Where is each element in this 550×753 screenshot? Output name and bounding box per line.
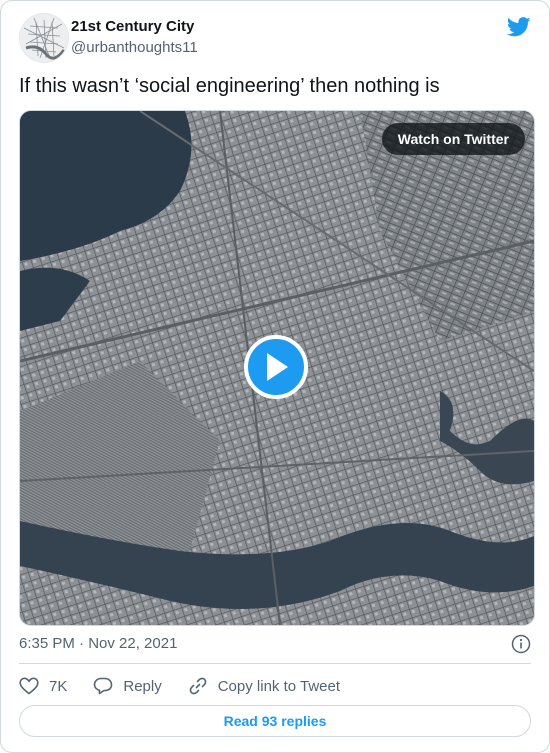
author-name[interactable]: 21st Century City [71, 18, 194, 35]
read-replies-button[interactable]: Read 93 replies [19, 705, 531, 737]
reply-icon [94, 677, 113, 695]
divider [19, 663, 531, 664]
reply-label: Reply [123, 677, 162, 695]
avatar[interactable] [19, 13, 69, 63]
play-icon [267, 353, 288, 381]
heart-icon [19, 677, 39, 695]
link-icon [189, 677, 207, 695]
tweet-timestamp[interactable]: 6:35 PM · Nov 22, 2021 [19, 635, 177, 652]
info-icon[interactable] [511, 634, 531, 654]
twitter-bird-icon[interactable] [507, 17, 531, 37]
avatar-image [20, 14, 68, 62]
tweet-card: 21st Century City @urbanthoughts11 If th… [0, 0, 550, 753]
reply-button[interactable]: Reply [93, 677, 162, 695]
tweet-text: If this wasn’t ‘social engineering’ then… [19, 75, 440, 97]
copy-link-button[interactable]: Copy link to Tweet [188, 676, 340, 696]
like-button[interactable]: 7K [19, 677, 67, 695]
action-bar: 7K Reply Copy link to Tweet [19, 675, 366, 697]
author-handle[interactable]: @urbanthoughts11 [71, 39, 198, 56]
like-count: 7K [49, 677, 68, 695]
video-media[interactable]: Watch on Twitter [19, 110, 535, 626]
watch-on-twitter-button[interactable]: Watch on Twitter [381, 123, 525, 155]
copy-link-label: Copy link to Tweet [217, 677, 341, 695]
play-button[interactable] [244, 335, 308, 399]
